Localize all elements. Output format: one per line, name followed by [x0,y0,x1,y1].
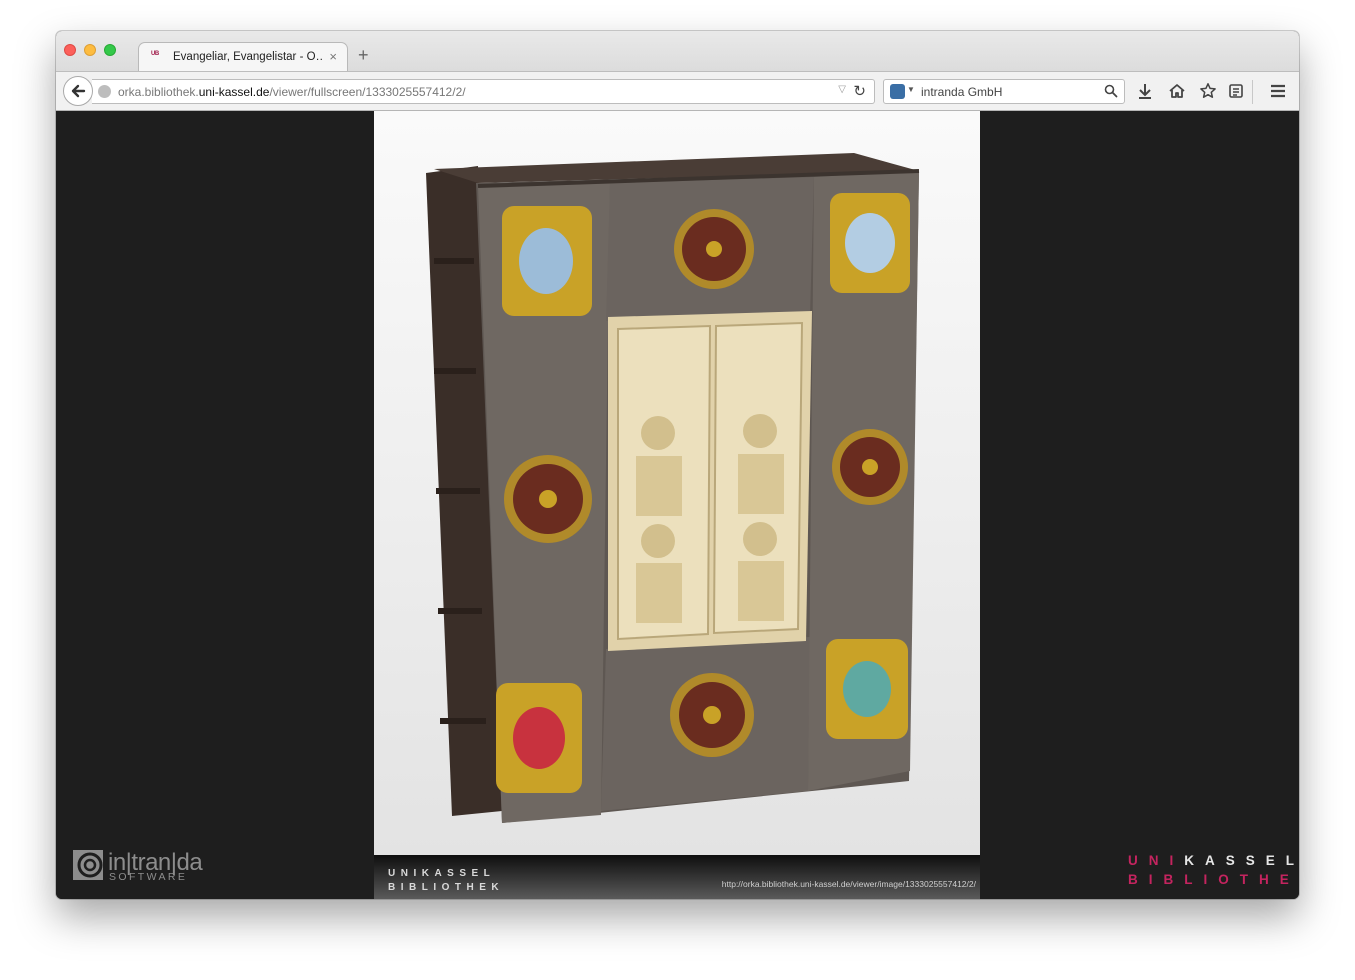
search-engine-name[interactable]: intranda GmbH [921,85,1002,99]
home-icon[interactable] [1168,82,1186,100]
tab-bar: UB Evangeliar, Evangelistar - O… × + [56,31,1299,72]
search-icon[interactable] [1104,84,1118,98]
browser-window: UB Evangeliar, Evangelistar - O… × + ork… [56,31,1299,899]
new-tab-button[interactable]: + [358,45,369,66]
minimize-window-button[interactable] [84,44,96,56]
intranda-spiral-icon [73,850,103,880]
image-caption-bar: UNIKASSEL BIBLIOTHEK http://orka.bibliot… [374,855,980,899]
hamburger-menu-icon[interactable] [1269,82,1287,100]
tab-close-icon[interactable]: × [329,49,337,64]
zoom-window-button[interactable] [104,44,116,56]
tab-active[interactable]: UB Evangeliar, Evangelistar - O… × [138,42,348,72]
fullscreen-viewer: UNIKASSEL BIBLIOTHEK http://orka.bibliot… [56,111,1299,899]
dropdown-icon[interactable]: ▽ [838,84,846,95]
chevron-down-icon[interactable]: ▼ [907,85,915,94]
globe-icon [98,85,111,98]
book-cover-illustration [426,153,920,823]
navigation-bar: orka.bibliothek.uni-kassel.de/viewer/ful… [56,71,1299,111]
search-engine-icon[interactable] [890,84,905,99]
bookmark-star-icon[interactable] [1199,82,1217,100]
caption-logo: UNIKASSEL BIBLIOTHEK [388,868,505,893]
book-cover-image[interactable] [374,111,980,855]
favicon-icon: UB [151,51,159,57]
reload-icon[interactable]: ↻ [853,82,866,100]
back-button[interactable] [63,76,93,106]
search-bar[interactable]: ▼ intranda GmbH [883,79,1125,104]
reading-list-icon[interactable] [1227,82,1245,100]
toolbar-separator [1252,80,1253,104]
download-icon[interactable] [1136,82,1154,100]
tab-title: Evangeliar, Evangelistar - O… [173,51,323,63]
intranda-subtitle: SOFTWARE [109,871,188,883]
uni-kassel-logo[interactable]: UNIKASSEL BIBLIOTHEK [1128,851,1299,889]
close-window-button[interactable] [64,44,76,56]
caption-image-url[interactable]: http://orka.bibliothek.uni-kassel.de/vie… [722,879,976,889]
back-arrow-icon [71,84,86,98]
address-bar[interactable]: orka.bibliothek.uni-kassel.de/viewer/ful… [92,79,875,104]
url-text[interactable]: orka.bibliothek.uni-kassel.de/viewer/ful… [118,85,466,99]
